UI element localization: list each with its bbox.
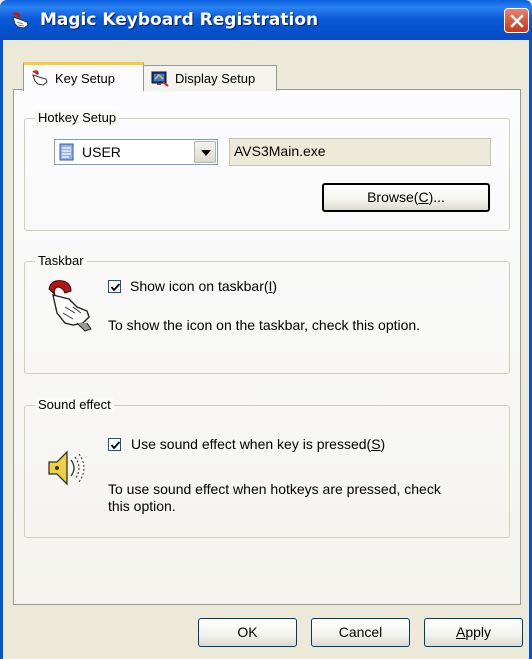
sound-effect-label-suffix: ) xyxy=(380,436,386,452)
tab-display-setup[interactable]: Display Setup xyxy=(143,65,277,91)
window-frame-left xyxy=(0,40,3,659)
speaker-icon xyxy=(48,450,85,486)
close-button[interactable] xyxy=(504,8,529,33)
browse-button[interactable]: Browse(C)... xyxy=(322,183,490,212)
show-icon-checkbox-label[interactable]: Show icon on taskbar(I) xyxy=(130,278,277,294)
registration-dialog: Magic Keyboard Registration Key Setup Di… xyxy=(0,0,532,659)
user-combobox[interactable]: USER xyxy=(54,139,218,165)
show-icon-label-text: Show icon on taskbar( xyxy=(130,278,269,294)
hand-pointer-icon xyxy=(48,280,92,332)
tab-key-setup-label: Key Setup xyxy=(55,70,115,86)
sound-effect-title: Sound effect xyxy=(35,397,114,413)
apply-button-label: pply xyxy=(465,624,492,640)
browse-button-suffix: )... xyxy=(428,189,445,205)
browse-button-hotkey: C xyxy=(418,189,429,205)
window-title: Magic Keyboard Registration xyxy=(40,10,319,30)
show-icon-label-suffix: ) xyxy=(272,278,278,294)
browse-button-label: Browse( xyxy=(367,189,419,205)
ok-button[interactable]: OK xyxy=(198,618,297,647)
taskbar-title: Taskbar xyxy=(35,253,87,269)
sound-effect-description-line2: this option. xyxy=(108,498,176,514)
close-icon xyxy=(510,14,524,28)
cancel-button[interactable]: Cancel xyxy=(311,618,410,647)
display-icon xyxy=(151,71,169,87)
user-combobox-value: USER xyxy=(82,144,121,160)
checkmark-icon xyxy=(110,283,121,292)
show-icon-checkbox[interactable] xyxy=(108,280,121,293)
sound-effect-description-line1: To use sound effect when hotkeys are pre… xyxy=(108,481,441,497)
tab-display-setup-label: Display Setup xyxy=(175,71,256,86)
checkmark-icon xyxy=(110,441,121,450)
taskbar-description: To show the icon on the taskbar, check t… xyxy=(108,317,421,333)
title-bar[interactable]: Magic Keyboard Registration xyxy=(0,0,532,40)
sound-effect-hotkey: S xyxy=(371,436,381,452)
apply-button[interactable]: Apply xyxy=(424,618,523,647)
sound-effect-checkbox[interactable] xyxy=(108,438,121,451)
hotkey-setup-group: Hotkey Setup xyxy=(24,110,510,231)
magic-keyboard-hand-icon xyxy=(12,12,29,29)
hotkey-setup-title: Hotkey Setup xyxy=(35,110,120,126)
chevron-down-icon xyxy=(201,150,211,156)
sound-effect-checkbox-label[interactable]: Use sound effect when key is pressed(S) xyxy=(131,436,385,452)
program-path-field[interactable]: AVS3Main.exe xyxy=(229,138,491,166)
sound-effect-label-text: Use sound effect when key is pressed( xyxy=(131,436,372,452)
apply-hotkey: A xyxy=(455,624,466,640)
hand-icon xyxy=(32,70,48,86)
document-icon xyxy=(59,143,74,161)
combobox-dropdown-button[interactable] xyxy=(194,141,216,163)
tab-key-setup[interactable]: Key Setup xyxy=(23,62,144,91)
